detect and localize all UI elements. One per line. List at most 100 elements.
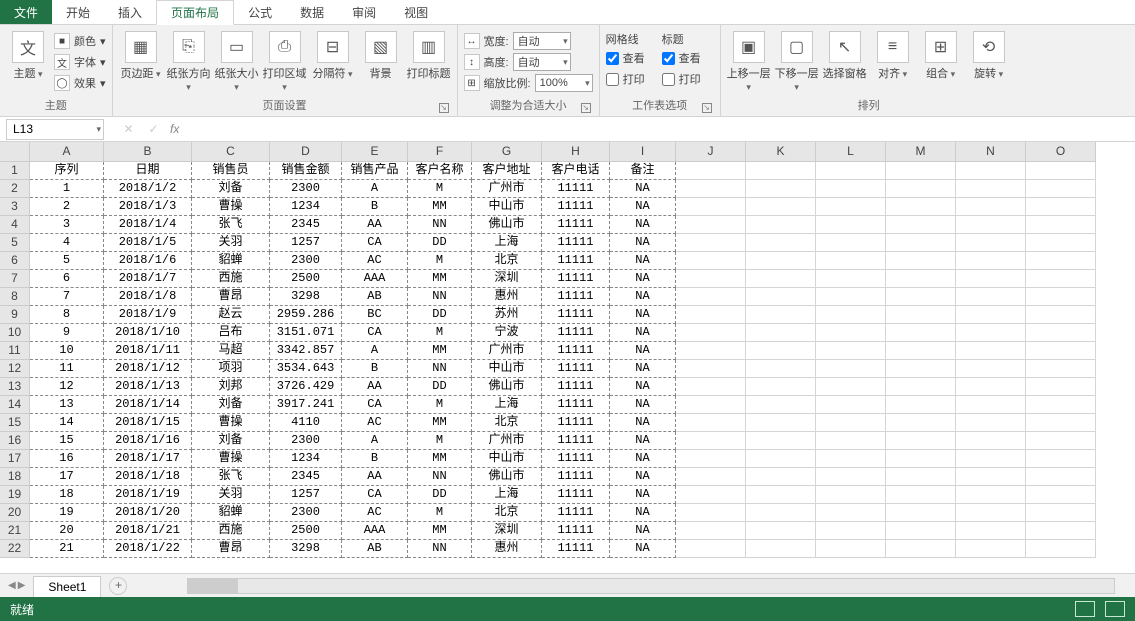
cell[interactable]: 11111 — [542, 180, 610, 198]
cell[interactable]: 12 — [30, 378, 104, 396]
cell[interactable] — [746, 306, 816, 324]
formula-input[interactable] — [183, 119, 1135, 140]
cell[interactable]: 2018/1/13 — [104, 378, 192, 396]
cell[interactable]: M — [408, 396, 472, 414]
selection-pane-button[interactable]: ↖选择窗格 — [823, 27, 867, 81]
cell[interactable]: 2300 — [270, 504, 342, 522]
cell[interactable] — [746, 234, 816, 252]
cell[interactable]: 11111 — [542, 360, 610, 378]
cell[interactable]: NA — [610, 288, 676, 306]
cell[interactable] — [956, 468, 1026, 486]
cell[interactable]: 上海 — [472, 486, 542, 504]
cell[interactable]: 销售员 — [192, 162, 270, 180]
cell[interactable]: 项羽 — [192, 360, 270, 378]
cell[interactable]: DD — [408, 234, 472, 252]
page-setup-launcher[interactable]: ↘ — [439, 103, 449, 113]
cell[interactable] — [676, 288, 746, 306]
cell[interactable]: 14 — [30, 414, 104, 432]
cell[interactable] — [746, 216, 816, 234]
cell[interactable] — [1026, 198, 1096, 216]
cell[interactable] — [1026, 450, 1096, 468]
cell[interactable] — [816, 270, 886, 288]
cell[interactable]: 2345 — [270, 216, 342, 234]
cell[interactable]: NA — [610, 180, 676, 198]
cell[interactable]: MM — [408, 270, 472, 288]
cell[interactable]: A — [342, 342, 408, 360]
cell[interactable] — [956, 342, 1026, 360]
row-header[interactable]: 1 — [0, 162, 30, 180]
row-header[interactable]: 11 — [0, 342, 30, 360]
cell[interactable]: NN — [408, 216, 472, 234]
cell[interactable] — [676, 450, 746, 468]
headings-print-check[interactable]: 打印 — [662, 69, 714, 89]
sheet-options-launcher[interactable]: ↘ — [702, 103, 712, 113]
cell[interactable] — [886, 360, 956, 378]
cell[interactable]: 11111 — [542, 378, 610, 396]
page-layout-view-icon[interactable] — [1105, 601, 1125, 617]
cell[interactable] — [1026, 396, 1096, 414]
row-header[interactable]: 16 — [0, 432, 30, 450]
cell[interactable]: MM — [408, 342, 472, 360]
cell[interactable]: 马超 — [192, 342, 270, 360]
cell[interactable]: NA — [610, 324, 676, 342]
cell[interactable]: 1234 — [270, 198, 342, 216]
cell[interactable]: 2300 — [270, 180, 342, 198]
row-header[interactable]: 6 — [0, 252, 30, 270]
cell[interactable]: A — [342, 180, 408, 198]
cell[interactable] — [886, 216, 956, 234]
cell[interactable]: 刘备 — [192, 432, 270, 450]
cell[interactable]: 3342.857 — [270, 342, 342, 360]
cell[interactable]: 11111 — [542, 468, 610, 486]
tab-data[interactable]: 数据 — [286, 0, 338, 24]
cell[interactable] — [956, 270, 1026, 288]
cell[interactable]: 3298 — [270, 288, 342, 306]
colors-button[interactable]: ■颜色 ▾ — [54, 31, 106, 51]
cell[interactable]: 18 — [30, 486, 104, 504]
cell[interactable]: 11111 — [542, 504, 610, 522]
row-header[interactable]: 4 — [0, 216, 30, 234]
print-titles-button[interactable]: ▥打印标题 — [407, 27, 451, 81]
cell[interactable]: 2 — [30, 198, 104, 216]
cell[interactable]: 3 — [30, 216, 104, 234]
cell[interactable]: 2018/1/15 — [104, 414, 192, 432]
cell[interactable] — [816, 180, 886, 198]
cell[interactable]: BC — [342, 306, 408, 324]
cell[interactable]: AB — [342, 540, 408, 558]
cell[interactable] — [746, 396, 816, 414]
cell[interactable]: 7 — [30, 288, 104, 306]
cell[interactable]: AAA — [342, 270, 408, 288]
cell[interactable]: NN — [408, 540, 472, 558]
cell[interactable]: NA — [610, 234, 676, 252]
cell[interactable] — [676, 198, 746, 216]
cell[interactable]: 2500 — [270, 270, 342, 288]
print-area-button[interactable]: ⎙打印区域 — [263, 27, 307, 93]
breaks-button[interactable]: ⊟分隔符 — [311, 27, 355, 81]
cell[interactable]: 2500 — [270, 522, 342, 540]
cell[interactable]: 11111 — [542, 450, 610, 468]
cell[interactable] — [746, 450, 816, 468]
cell[interactable]: 20 — [30, 522, 104, 540]
cell[interactable] — [816, 414, 886, 432]
row-header[interactable]: 20 — [0, 504, 30, 522]
cell[interactable]: AC — [342, 414, 408, 432]
cell[interactable]: 深圳 — [472, 270, 542, 288]
cell[interactable]: 惠州 — [472, 540, 542, 558]
send-backward-button[interactable]: ▢下移一层 — [775, 27, 819, 93]
tab-review[interactable]: 审阅 — [338, 0, 390, 24]
cell[interactable] — [816, 342, 886, 360]
cell[interactable] — [886, 342, 956, 360]
cell[interactable] — [956, 432, 1026, 450]
align-button[interactable]: ≡对齐 — [871, 27, 915, 81]
cell[interactable] — [956, 450, 1026, 468]
cell[interactable] — [956, 180, 1026, 198]
cell[interactable] — [1026, 540, 1096, 558]
gridlines-view-check[interactable]: 查看 — [606, 48, 658, 68]
cell[interactable] — [956, 234, 1026, 252]
cell[interactable] — [746, 270, 816, 288]
cell[interactable] — [816, 432, 886, 450]
row-header[interactable]: 10 — [0, 324, 30, 342]
cell[interactable] — [956, 162, 1026, 180]
cell[interactable]: 11111 — [542, 306, 610, 324]
cell[interactable] — [956, 522, 1026, 540]
row-header[interactable]: 12 — [0, 360, 30, 378]
